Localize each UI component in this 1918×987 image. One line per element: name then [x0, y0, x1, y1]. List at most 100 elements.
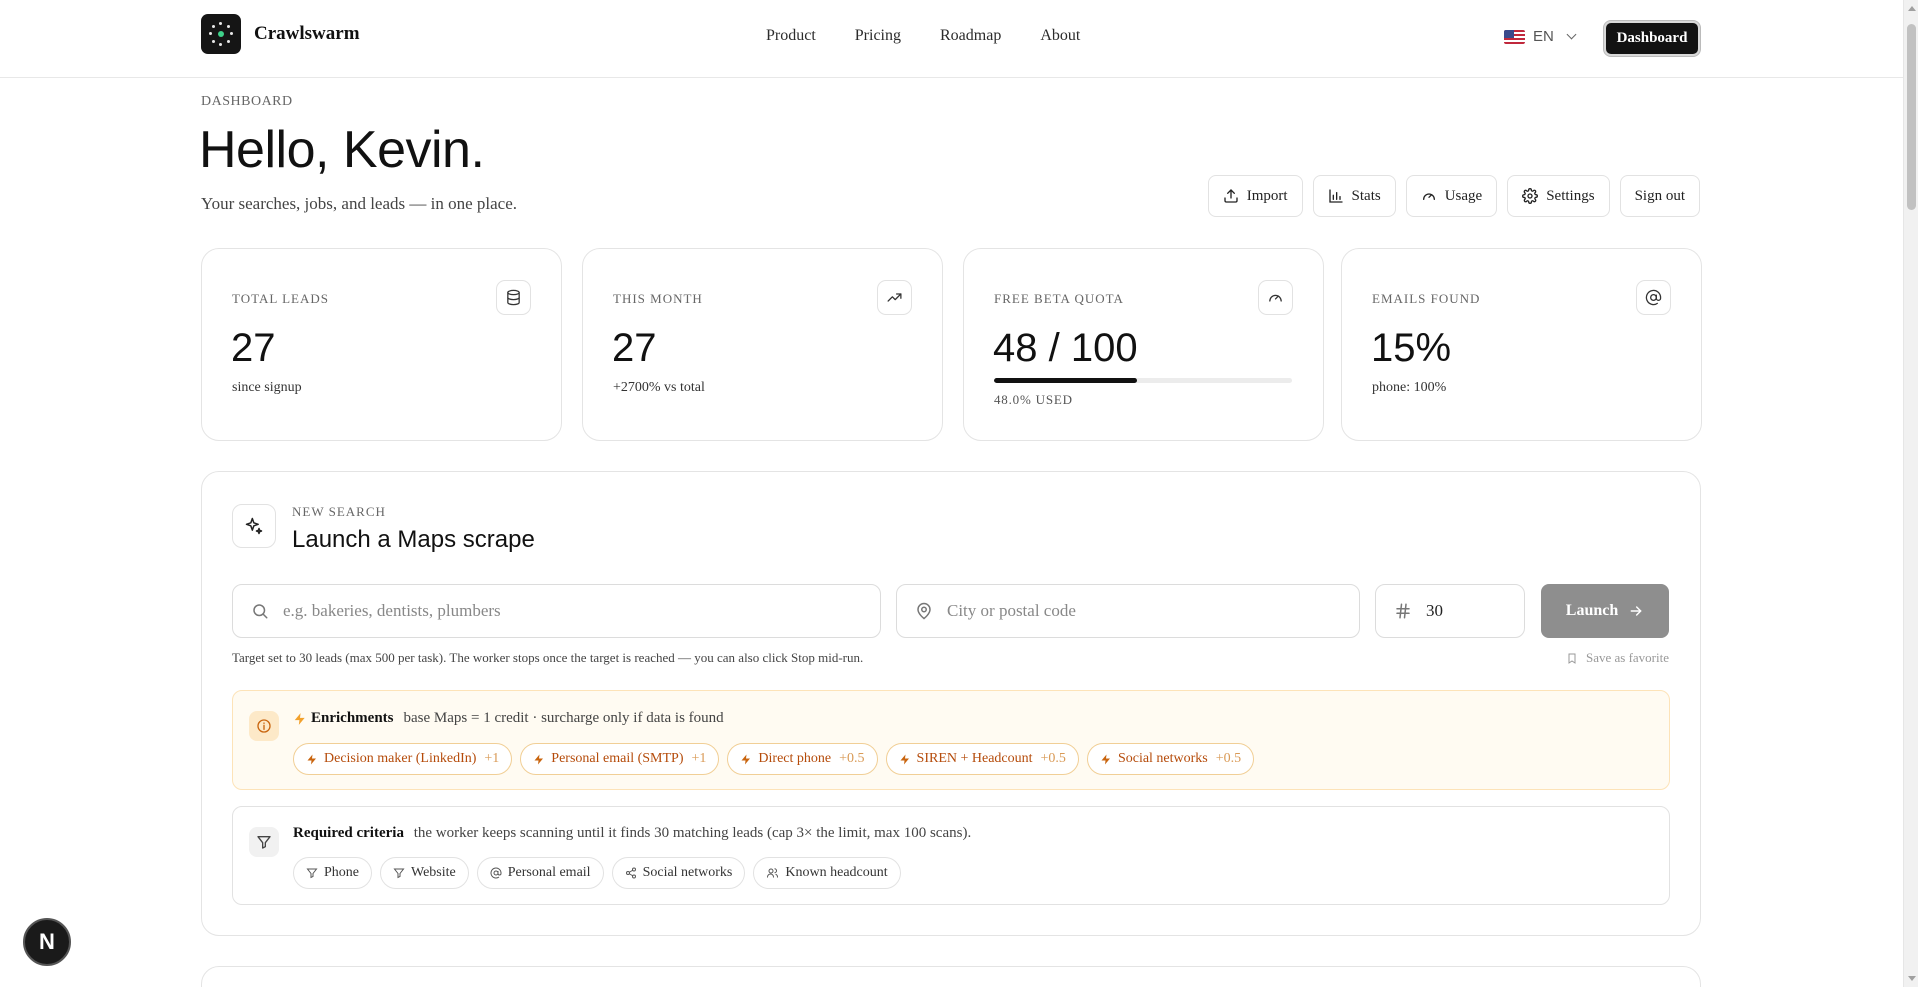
- criteria-chip-phone[interactable]: Phone: [293, 857, 372, 889]
- arrow-right-icon: [1630, 606, 1642, 616]
- chip-label: Decision maker (LinkedIn): [324, 751, 477, 766]
- page-subtitle: Your searches, jobs, and leads — in one …: [201, 194, 518, 213]
- sparkles-icon: [232, 504, 276, 548]
- filter-icon: [306, 868, 318, 879]
- chevron-down-icon: [1566, 29, 1577, 40]
- enrichment-chip-personal-email[interactable]: Personal email (SMTP) +1: [520, 743, 720, 775]
- enrichment-chips: Decision maker (LinkedIn) +1 Personal em…: [293, 743, 1255, 775]
- stat-subtext: since signup: [232, 380, 302, 395]
- scrollbar-thumb[interactable]: [1907, 24, 1916, 210]
- database-icon: [496, 280, 531, 315]
- enrichment-chip-decision-maker[interactable]: Decision maker (LinkedIn) +1: [293, 743, 513, 775]
- chip-label: Phone: [324, 865, 359, 880]
- chip-cost: +0.5: [1040, 751, 1066, 766]
- stat-value: 48 / 100: [993, 326, 1138, 370]
- settings-label: Settings: [1546, 187, 1595, 204]
- info-icon: [249, 711, 279, 741]
- language-label: EN: [1533, 28, 1554, 45]
- chip-label: Known headcount: [785, 865, 888, 880]
- gear-icon: [1522, 188, 1539, 204]
- stat-subtext: +2700% vs total: [613, 380, 705, 395]
- chip-label: SIREN + Headcount: [916, 751, 1033, 766]
- save-favorite-label: Save as favorite: [1585, 650, 1669, 665]
- usage-label: Usage: [1444, 187, 1483, 204]
- launch-button[interactable]: Launch: [1541, 584, 1669, 638]
- page-eyebrow: DASHBOARD: [201, 94, 293, 109]
- upload-icon: [1224, 189, 1238, 203]
- top-navbar: Crawlswarm Product Pricing Roadmap About…: [0, 0, 1903, 78]
- enrichment-chip-siren[interactable]: SIREN + Headcount +0.5: [885, 743, 1079, 775]
- lightning-icon: [534, 754, 544, 764]
- criteria-chip-headcount[interactable]: Known headcount: [753, 857, 901, 889]
- filter-icon: [249, 827, 279, 857]
- hash-icon: [1396, 603, 1410, 619]
- nav-roadmap[interactable]: Roadmap: [940, 27, 1001, 45]
- lightning-icon: [1101, 754, 1110, 764]
- criteria-description: the worker keeps scanning until it finds…: [413, 825, 972, 841]
- sign-out-button[interactable]: Sign out: [1619, 175, 1700, 217]
- main-nav: Product Pricing Roadmap About: [766, 27, 1119, 45]
- enrichment-chip-direct-phone[interactable]: Direct phone +0.5: [727, 743, 878, 775]
- gauge-icon: [1422, 193, 1435, 200]
- query-input[interactable]: e.g. bakeries, dentists, plumbers: [232, 584, 881, 638]
- location-input[interactable]: City or postal code: [896, 584, 1360, 638]
- trending-up-icon: [877, 280, 912, 315]
- stats-label: Stats: [1351, 187, 1381, 204]
- page-title: Hello, Kevin.: [199, 121, 485, 179]
- location-placeholder: City or postal code: [947, 601, 1076, 620]
- chip-cost: +1: [691, 751, 707, 766]
- search-title: Launch a Maps scrape: [292, 526, 535, 553]
- lead-count-input[interactable]: 30: [1375, 584, 1525, 638]
- usage-button[interactable]: Usage: [1405, 175, 1498, 217]
- criteria-header: Required criteria the worker keeps scann…: [293, 825, 971, 842]
- stat-label: THIS MONTH: [613, 291, 703, 306]
- at-icon: [1636, 280, 1671, 315]
- quota-used-text: 48.0% USED: [994, 392, 1073, 407]
- brand-name: Crawlswarm: [254, 23, 360, 44]
- new-search-panel: NEW SEARCH Launch a Maps scrape e.g. bak…: [201, 471, 1701, 936]
- criteria-chip-website[interactable]: Website: [380, 857, 469, 889]
- stats-button[interactable]: Stats: [1312, 175, 1396, 217]
- us-flag-icon: [1504, 29, 1525, 44]
- scroll-down-arrow-icon[interactable]: [1908, 976, 1916, 981]
- scroll-up-arrow-icon[interactable]: [1908, 6, 1916, 11]
- scrollbar[interactable]: [1903, 0, 1918, 987]
- dashboard-button[interactable]: Dashboard: [1604, 21, 1700, 56]
- criteria-chip-personal-email[interactable]: Personal email: [476, 857, 604, 889]
- import-button[interactable]: Import: [1207, 175, 1303, 217]
- brand[interactable]: Crawlswarm: [201, 14, 360, 54]
- lead-count-value: 30: [1426, 601, 1443, 620]
- share-icon: [625, 867, 636, 879]
- stat-card-this-month: THIS MONTH 27 +2700% vs total: [582, 248, 943, 441]
- criteria-chip-social[interactable]: Social networks: [611, 857, 746, 889]
- stat-subtext: phone: 100%: [1372, 380, 1447, 395]
- logo-icon: [201, 14, 241, 54]
- lightning-icon: [900, 754, 909, 764]
- required-criteria-box: Required criteria the worker keeps scann…: [232, 806, 1670, 905]
- stat-value: 27: [612, 326, 657, 370]
- nav-about[interactable]: About: [1040, 27, 1080, 45]
- quota-progress-fill: [994, 378, 1138, 383]
- lightning-icon: [294, 712, 305, 725]
- settings-button[interactable]: Settings: [1507, 175, 1610, 217]
- stat-card-total-leads: TOTAL LEADS 27 since signup: [201, 248, 562, 441]
- nav-pricing[interactable]: Pricing: [855, 27, 901, 45]
- users-icon: [767, 868, 779, 878]
- at-icon: [490, 867, 502, 879]
- language-selector[interactable]: EN: [1504, 28, 1577, 45]
- bar-chart-icon: [1328, 189, 1343, 203]
- stat-value: 27: [231, 326, 276, 370]
- save-favorite-button[interactable]: Save as favorite: [1566, 650, 1669, 666]
- search-icon: [253, 604, 268, 619]
- chip-label: Personal email: [507, 865, 591, 880]
- action-bar: Import Stats Usage Settings Sign out: [1207, 175, 1700, 217]
- nav-product[interactable]: Product: [766, 27, 816, 45]
- chip-label: Social networks: [1117, 751, 1208, 766]
- chip-label: Social networks: [642, 865, 733, 880]
- enrichment-chip-social[interactable]: Social networks +0.5: [1086, 743, 1255, 775]
- map-pin-icon: [917, 602, 931, 620]
- search-eyebrow: NEW SEARCH: [292, 504, 386, 519]
- bookmark-icon: [1568, 653, 1576, 664]
- nextjs-badge[interactable]: N: [23, 918, 71, 966]
- stat-label: EMAILS FOUND: [1372, 291, 1481, 306]
